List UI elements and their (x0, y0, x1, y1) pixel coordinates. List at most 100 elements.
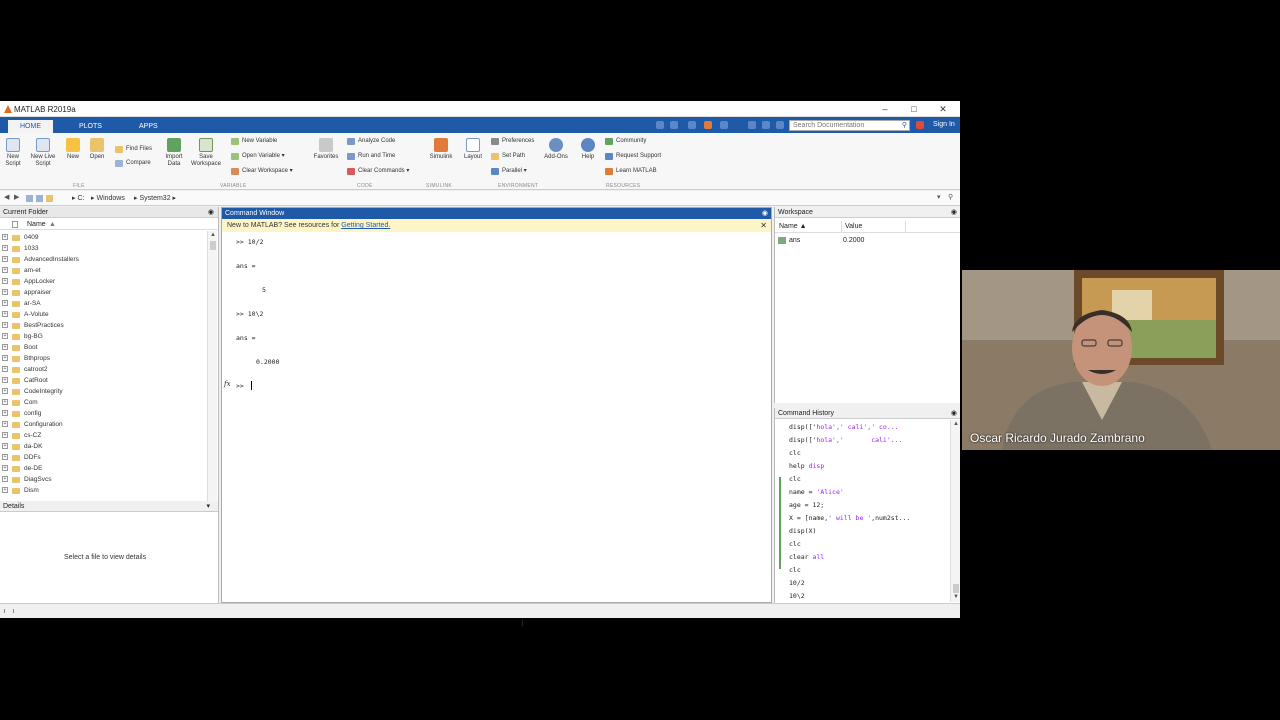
expand-icon[interactable]: + (2, 454, 8, 460)
expand-icon[interactable]: + (2, 443, 8, 449)
notification-icon[interactable] (916, 121, 924, 129)
history-entry[interactable]: clc (789, 540, 801, 548)
expand-icon[interactable]: + (2, 355, 8, 361)
favorites-button[interactable]: Favorites (312, 138, 340, 161)
expand-icon[interactable]: + (2, 322, 8, 328)
quick-access-icon[interactable] (704, 121, 712, 129)
expand-icon[interactable]: + (2, 399, 8, 405)
history-entry[interactable]: clc (789, 566, 801, 574)
preferences-button[interactable]: Preferences (491, 137, 534, 146)
quick-access-icon[interactable] (688, 121, 696, 129)
expand-icon[interactable]: + (2, 465, 8, 471)
expand-icon[interactable]: + (2, 256, 8, 262)
getting-started-link[interactable]: Getting Started. (341, 222, 390, 229)
expand-icon[interactable]: + (2, 289, 8, 295)
col-value-header[interactable]: Value (845, 221, 862, 233)
history-entry[interactable]: clear all (789, 553, 824, 561)
tab-apps[interactable]: APPS (127, 120, 170, 133)
expand-icon[interactable]: + (2, 421, 8, 427)
open-variable-button[interactable]: Open Variable ▾ (231, 152, 285, 161)
folder-list-item[interactable]: + CatRoot (0, 375, 205, 386)
folder-list-item[interactable]: + Configuration (0, 419, 205, 430)
folder-list-item[interactable]: + de-DE (0, 463, 205, 474)
history-entry[interactable]: clc (789, 449, 801, 457)
back-icon[interactable]: ◀ (4, 193, 9, 201)
folder-icon[interactable] (46, 195, 53, 202)
folder-list-item[interactable]: + da-DK (0, 441, 205, 452)
clear-commands-button[interactable]: Clear Commands ▾ (347, 167, 409, 176)
folder-list-item[interactable]: +1033 (0, 243, 205, 254)
expand-icon[interactable]: + (2, 245, 8, 251)
close-button[interactable]: ✕ (932, 103, 954, 115)
address-dropdown-icon[interactable]: ▾ (937, 193, 941, 201)
folder-list-item[interactable]: + config (0, 408, 205, 419)
compare-button[interactable]: Compare (115, 159, 151, 168)
quick-access-icon[interactable] (776, 121, 784, 129)
tab-plots[interactable]: PLOTS (67, 120, 114, 133)
expand-icon[interactable]: + (2, 333, 8, 339)
folder-list-item[interactable]: + CodeIntegrity (0, 386, 205, 397)
up-folder-icon[interactable] (26, 195, 33, 202)
history-entry[interactable]: name = 'Alice' (789, 488, 844, 496)
panel-menu-icon[interactable]: ◉ (951, 408, 957, 419)
folder-list-item[interactable]: + am-et (0, 265, 205, 276)
import-data-button[interactable]: Import Data (163, 138, 185, 168)
history-entry[interactable]: disp(X) (789, 527, 816, 535)
history-entry[interactable]: 10/2 (789, 579, 805, 587)
search-documentation-input[interactable]: Search Documentation ⚲ (789, 120, 910, 131)
quick-access-icon[interactable] (670, 121, 678, 129)
folder-list-item[interactable]: + Dism (0, 485, 205, 496)
breadcrumb-drive[interactable]: ▸ C: (72, 194, 84, 202)
history-scrollbar[interactable]: ▲ ▼ (950, 420, 960, 602)
minimize-button[interactable]: – (874, 103, 896, 115)
col-name-header[interactable]: Name ▲ (779, 221, 807, 233)
learn-matlab-button[interactable]: Learn MATLAB (605, 167, 657, 176)
history-entry[interactable]: disp(['hola',' cali'... (789, 436, 903, 444)
column-header-name[interactable]: Name ▲ (0, 219, 218, 230)
breadcrumb-windows[interactable]: ▸ Windows (91, 194, 125, 202)
save-workspace-button[interactable]: Save Workspace (190, 138, 222, 168)
function-browser-icon[interactable]: fx (224, 380, 231, 388)
forward-icon[interactable]: ▶ (14, 193, 19, 201)
search-folder-icon[interactable]: ⚲ (948, 193, 953, 201)
open-button[interactable]: Open (87, 138, 107, 161)
tab-home[interactable]: HOME (8, 120, 53, 133)
expand-icon[interactable]: + (2, 278, 8, 284)
history-entry[interactable]: disp(['hola',' cali',' co... (789, 423, 899, 431)
expand-icon[interactable]: + (2, 388, 8, 394)
folder-list-item[interactable]: + AdvancedInstallers (0, 254, 205, 265)
expand-icon[interactable]: + (2, 300, 8, 306)
community-button[interactable]: Community (605, 137, 646, 146)
expand-icon[interactable]: + (2, 487, 8, 493)
parallel-button[interactable]: Parallel ▾ (491, 167, 527, 176)
folder-list-item[interactable]: + Com (0, 397, 205, 408)
history-entry[interactable]: 10\2 (789, 592, 805, 600)
folder-list-item[interactable]: + Boot (0, 342, 205, 353)
expand-icon[interactable]: + (2, 366, 8, 372)
layout-button[interactable]: Layout (461, 138, 485, 161)
scroll-thumb[interactable] (210, 241, 216, 250)
folder-list-item[interactable]: + catroot2 (0, 364, 205, 375)
expand-icon[interactable]: + (2, 267, 8, 273)
scroll-thumb[interactable] (953, 584, 959, 593)
undo-icon[interactable] (748, 121, 756, 129)
history-entry[interactable]: X = [name,' will be ',num2st... (789, 514, 910, 522)
help-button[interactable]: Help (578, 138, 598, 161)
expand-icon[interactable]: + (2, 311, 8, 317)
expand-icon[interactable]: + (2, 234, 8, 240)
clear-workspace-button[interactable]: Clear Workspace ▾ (231, 167, 293, 176)
folder-list-item[interactable]: + DDFs (0, 452, 205, 463)
folder-list-item[interactable]: + bg-BG (0, 331, 205, 342)
folder-list-item[interactable]: + appraiser (0, 287, 205, 298)
quick-access-icon[interactable] (656, 121, 664, 129)
folder-list-item[interactable]: + Bthprops (0, 353, 205, 364)
folder-list-item[interactable]: +0409 (0, 232, 205, 243)
command-window-panel[interactable]: Command Window ◉ New to MATLAB? See reso… (221, 207, 772, 603)
folder-list-item[interactable]: + A-Volute (0, 309, 205, 320)
help-icon[interactable] (762, 121, 770, 129)
run-and-time-button[interactable]: Run and Time (347, 152, 395, 161)
folder-list-item[interactable]: + BestPractices (0, 320, 205, 331)
find-files-button[interactable]: Find Files (115, 145, 152, 154)
scroll-up-icon[interactable]: ▲ (953, 421, 959, 427)
details-header[interactable]: Details ▾ (0, 501, 218, 512)
